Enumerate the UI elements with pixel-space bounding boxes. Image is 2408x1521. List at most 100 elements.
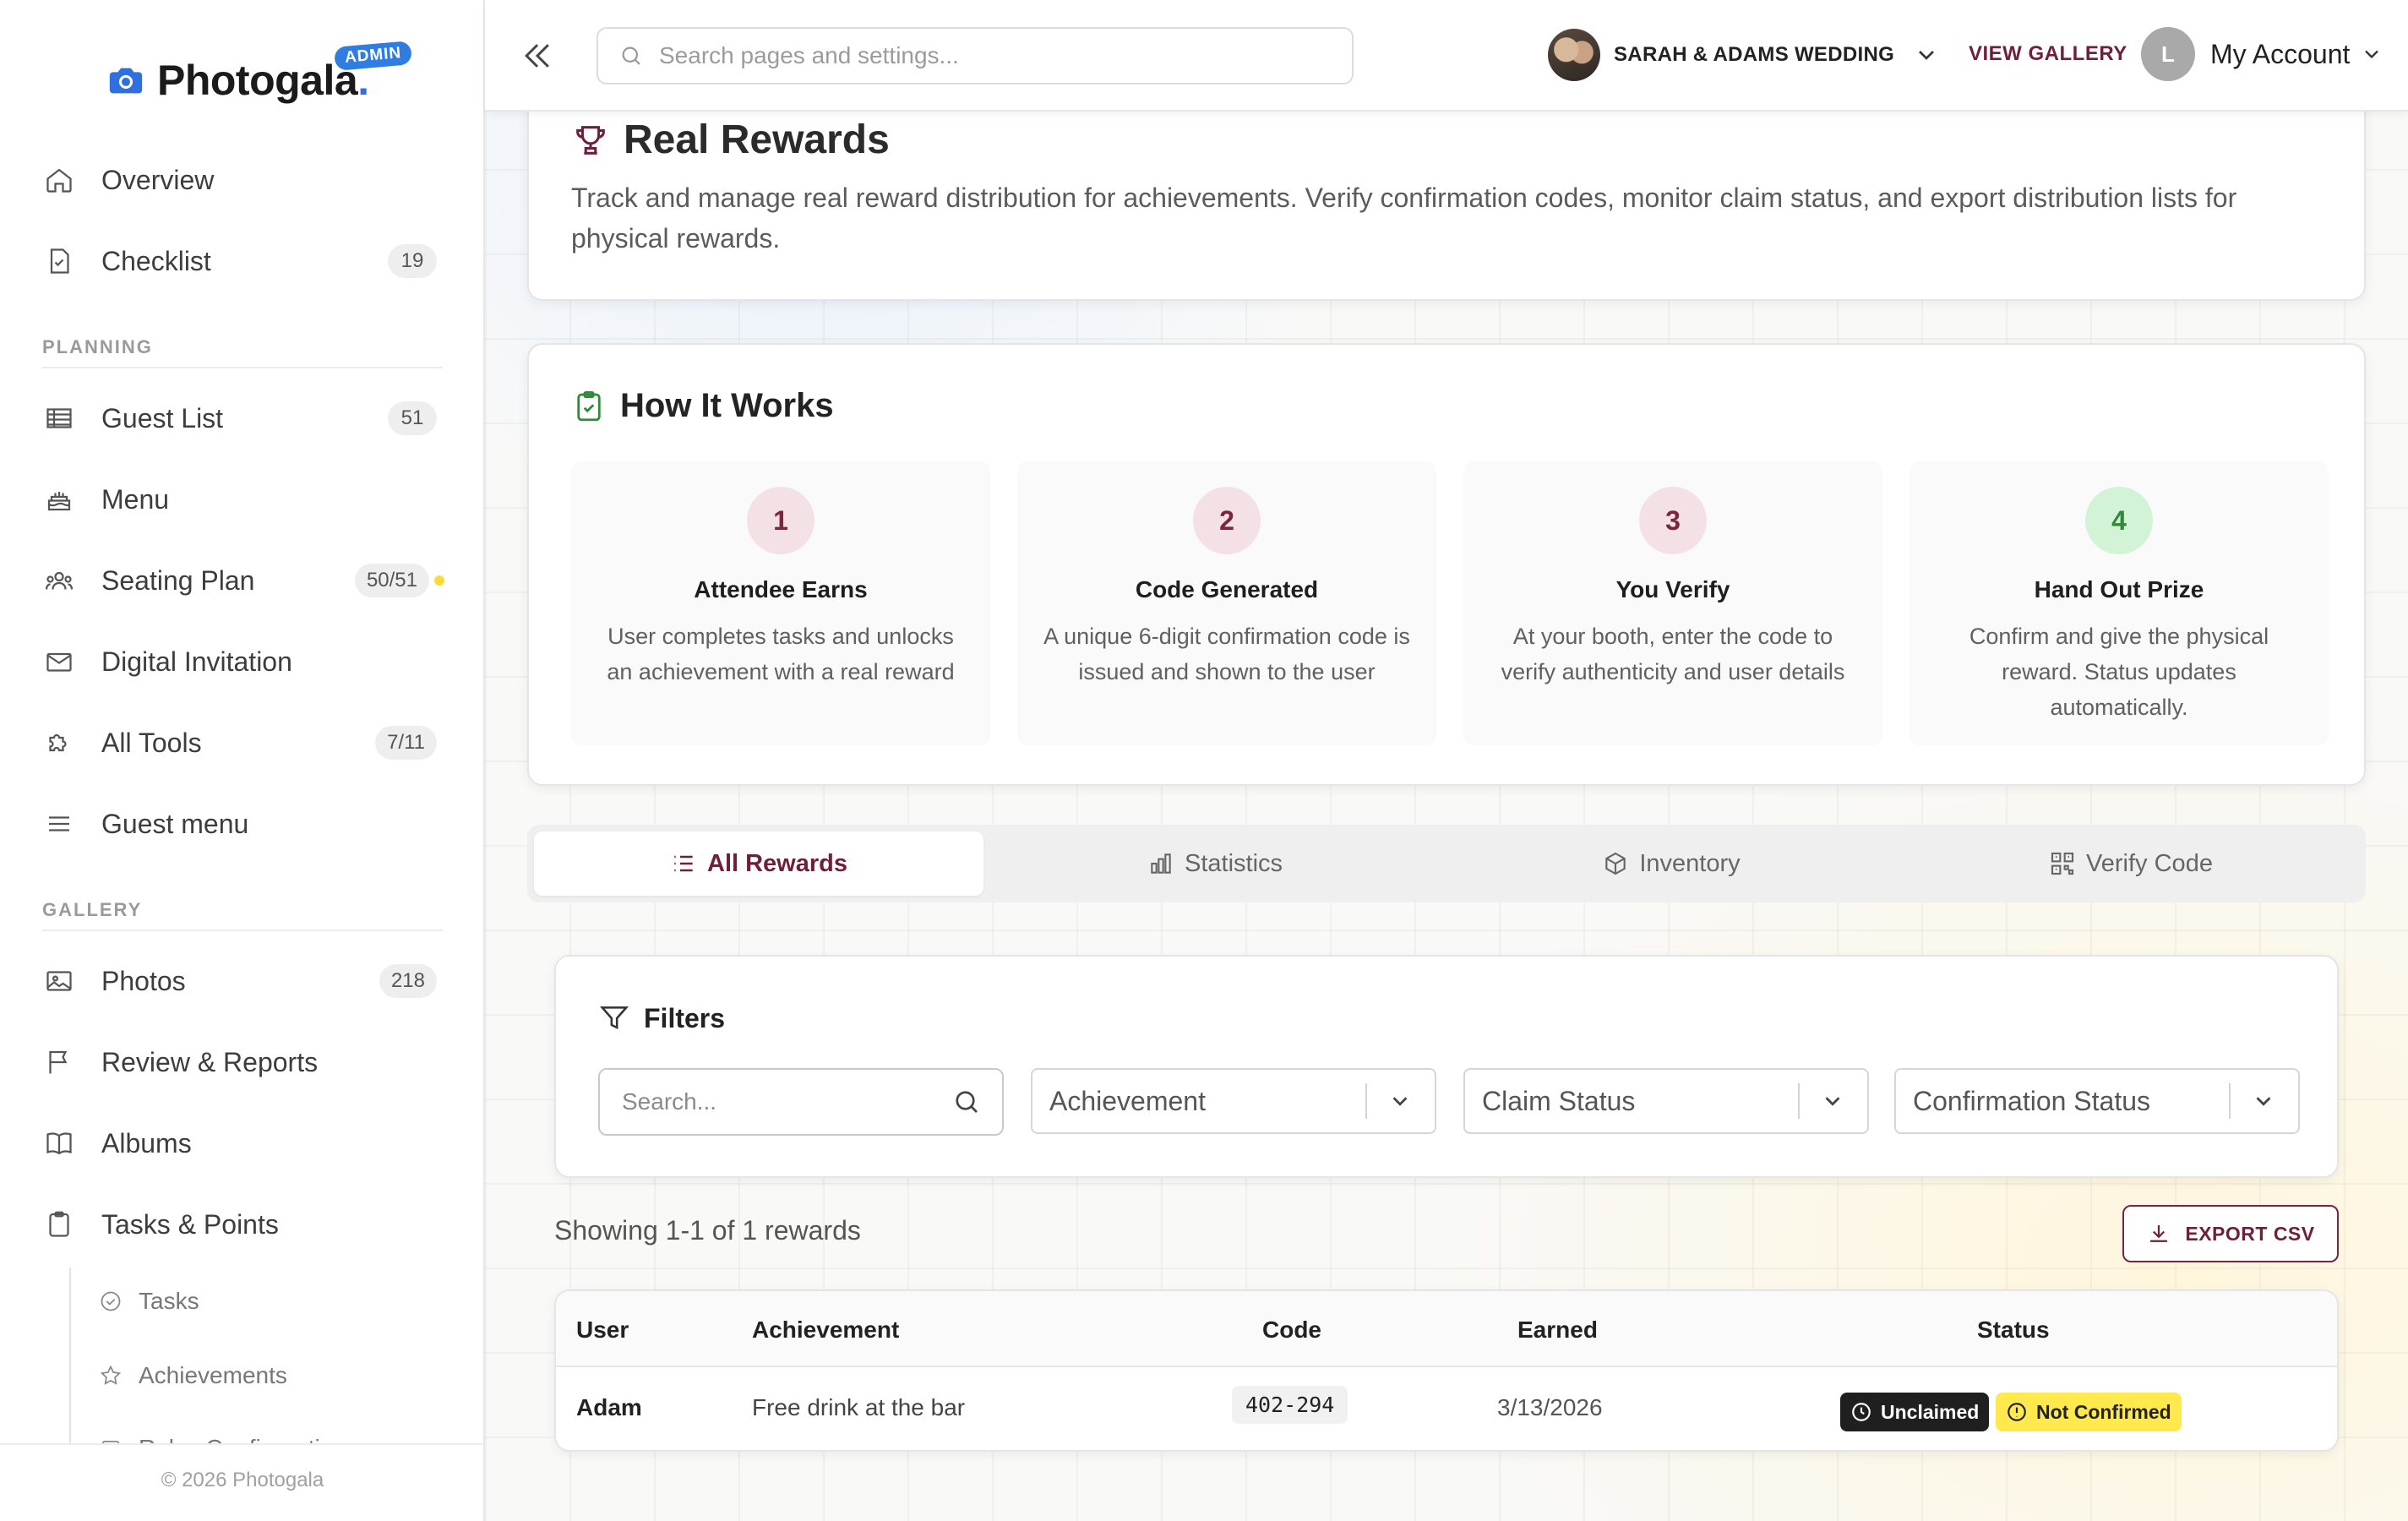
confirmation-status-select[interactable]: Confirmation Status (1894, 1068, 2300, 1134)
step-description: Confirm and give the physical reward. St… (1969, 624, 2269, 720)
sidebar-item-guest-menu[interactable]: Guest menu (42, 794, 439, 853)
view-gallery-link[interactable]: VIEW GALLERY (1969, 42, 2127, 66)
rewards-table: User Achievement Code Earned Status Adam… (554, 1289, 2339, 1452)
count-badge: 218 (379, 964, 437, 998)
cell-earned: 3/13/2026 (1497, 1394, 1603, 1420)
section-header-planning: PLANNING (42, 336, 153, 357)
puzzle-icon (42, 726, 76, 760)
check-circle-icon (98, 1289, 123, 1314)
sidebar-item-guest-list[interactable]: Guest List 51 (42, 389, 439, 448)
claim-status-select[interactable]: Claim Status (1463, 1068, 1869, 1134)
count-badge: 7/11 (375, 726, 437, 760)
tab-all-rewards[interactable]: All Rewards (534, 831, 983, 896)
divider (42, 930, 443, 931)
column-header-achievement[interactable]: Achievement (752, 1317, 899, 1344)
cell-achievement: Free drink at the bar (752, 1394, 966, 1420)
sidebar-item-menu[interactable]: Menu (42, 470, 439, 529)
sidebar-subitem-tasks[interactable]: Tasks (98, 1288, 199, 1315)
step-number: 3 (1639, 487, 1707, 554)
achievement-select[interactable]: Achievement (1031, 1068, 1436, 1134)
clipboard-check-icon (577, 390, 601, 421)
step-number: 2 (1193, 487, 1261, 554)
select-divider (1798, 1083, 1800, 1119)
menu-icon (42, 807, 76, 841)
box-icon (1605, 852, 1626, 875)
step-card: 1 Attendee Earns User completes tasks an… (571, 461, 990, 745)
qr-code-icon (2051, 852, 2074, 875)
mail-icon (42, 645, 76, 679)
sidebar-item-review-reports[interactable]: Review & Reports (42, 1033, 439, 1092)
alert-circle-icon (2008, 1403, 2026, 1421)
divider (42, 367, 443, 368)
search-icon (622, 46, 640, 65)
select-divider (2229, 1083, 2231, 1119)
select-divider (1365, 1083, 1367, 1119)
bar-chart-icon (1151, 853, 1171, 874)
flag-icon (42, 1045, 76, 1079)
section-header-gallery: GALLERY (42, 899, 143, 920)
event-avatar (1548, 29, 1600, 81)
people-icon (42, 564, 76, 597)
double-chevron-left-icon (525, 44, 549, 68)
top-bar: Search pages and settings... SARAH & ADA… (485, 0, 2408, 112)
global-search-input[interactable]: Search pages and settings... (597, 27, 1354, 84)
status-dot (434, 575, 444, 586)
column-header-code[interactable]: Code (1262, 1317, 1321, 1344)
book-icon (42, 1126, 76, 1160)
chevron-down-icon (2256, 1097, 2271, 1106)
cake-icon (42, 482, 76, 516)
sidebar-item-albums[interactable]: Albums (42, 1114, 439, 1173)
cell-user: Adam (576, 1394, 642, 1420)
sidebar-item-all-tools[interactable]: All Tools 7/11 (42, 713, 439, 772)
count-badge: 51 (388, 401, 437, 435)
search-icon (956, 1091, 978, 1113)
status-badge-claim: Unclaimed (1840, 1393, 1990, 1431)
results-count: Showing 1-1 of 1 rewards (554, 1215, 861, 1246)
sidebar-item-photos[interactable]: Photos 218 (42, 951, 439, 1011)
chevron-down-icon (1825, 1097, 1840, 1106)
step-title: You Verify (1615, 576, 1730, 602)
step-card: 3 You Verify At your booth, enter the co… (1463, 461, 1882, 745)
clipboard-icon (42, 1208, 76, 1241)
sidebar-footer: © 2026 Photogala (0, 1443, 483, 1521)
step-title: Code Generated (1135, 576, 1319, 602)
chevron-down-icon (1919, 51, 1935, 60)
account-menu[interactable]: L My Account (2141, 27, 2383, 81)
camera-icon (106, 61, 145, 100)
filters-title: Filters (598, 1002, 725, 1034)
sidebar-item-digital-invitation[interactable]: Digital Invitation (42, 632, 439, 691)
tab-verify-code[interactable]: Verify Code (1903, 831, 2359, 896)
collapse-sidebar-button[interactable] (519, 37, 556, 74)
page-title: Real Rewards (624, 117, 890, 162)
image-icon (42, 964, 76, 998)
tab-inventory[interactable]: Inventory (1446, 831, 1896, 896)
step-description: A unique 6-digit confirmation code is is… (1043, 624, 1410, 684)
column-header-status[interactable]: Status (1977, 1317, 2050, 1344)
sidebar-item-overview[interactable]: Overview (42, 150, 439, 210)
sidebar-item-tasks-points[interactable]: Tasks & Points (42, 1195, 439, 1254)
table-icon (42, 401, 76, 435)
rewards-search-input[interactable]: Search... (598, 1068, 1004, 1136)
sidebar-item-seating-plan[interactable]: Seating Plan 50/51 (42, 551, 444, 610)
step-description: User completes tasks and unlocks an achi… (607, 624, 955, 684)
how-it-works-title: How It Works (571, 387, 834, 425)
sidebar-subitem-achievements[interactable]: Achievements (98, 1362, 287, 1389)
filters-card: Filters Search... Achievement Claim Stat… (554, 955, 2339, 1178)
event-selector[interactable]: SARAH & ADAMS WEDDING (1548, 29, 1940, 81)
sidebar: Photogala. ADMIN Overview Checklist 19 P… (0, 0, 485, 1521)
list-icon (674, 855, 693, 872)
trophy-icon (576, 125, 605, 155)
chevron-down-icon (1392, 1097, 1408, 1106)
avatar: L (2141, 27, 2195, 81)
column-header-user[interactable]: User (576, 1317, 629, 1344)
column-header-earned[interactable]: Earned (1517, 1317, 1598, 1344)
app-logo[interactable]: Photogala. ADMIN (106, 41, 413, 105)
step-description: At your booth, enter the code to verify … (1501, 624, 1845, 684)
tab-statistics[interactable]: Statistics (990, 831, 1440, 896)
step-title: Hand Out Prize (2034, 576, 2204, 602)
export-csv-button[interactable]: EXPORT CSV (2122, 1205, 2339, 1262)
sidebar-item-checklist[interactable]: Checklist 19 (42, 232, 439, 291)
table-header: User Achievement Code Earned Status (556, 1291, 2337, 1367)
step-card: 4 Hand Out Prize Confirm and give the ph… (1910, 461, 2329, 745)
step-card: 2 Code Generated A unique 6-digit confir… (1017, 461, 1436, 745)
